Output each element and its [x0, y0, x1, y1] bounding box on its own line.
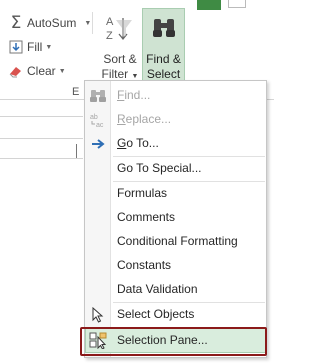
- menu-item-conditional-formatting[interactable]: Conditional Formatting: [86, 230, 266, 253]
- autosum-dropdown-icon[interactable]: ▼: [84, 20, 91, 27]
- menu-item-comments[interactable]: Comments: [86, 206, 266, 229]
- column-marker: [76, 144, 77, 158]
- sort-filter-button[interactable]: A Z Sort & Filter ▼: [98, 8, 142, 86]
- menu-item-label: Go To...: [117, 136, 159, 150]
- menu-item-formulas[interactable]: Formulas: [86, 182, 266, 205]
- find-select-button[interactable]: Find & Select ▼: [142, 8, 185, 94]
- menu-item-constants[interactable]: Constants: [86, 254, 266, 277]
- ribbon-group-label: E: [72, 86, 80, 98]
- eraser-icon: [8, 63, 24, 79]
- menu-item-find[interactable]: Find...: [86, 84, 266, 107]
- cursor-icon: [89, 306, 107, 323]
- menu-item-label: Go To Special...: [117, 161, 202, 175]
- menu-item-label: Constants: [117, 258, 172, 272]
- replace-icon: ab ac: [89, 111, 107, 128]
- window-corner: [228, 0, 246, 8]
- menu-item-replace[interactable]: ab ac Replace...: [86, 108, 266, 131]
- row-line: [0, 116, 83, 117]
- svg-text:Z: Z: [106, 30, 113, 42]
- menu-item-label: Select Objects: [117, 307, 195, 321]
- autosum-button[interactable]: Σ AutoSum ▼: [8, 13, 92, 33]
- fill-label: Fill: [27, 40, 43, 54]
- menu-item-select-objects[interactable]: Select Objects: [86, 303, 266, 326]
- fill-down-icon: [8, 39, 24, 55]
- callout-highlight-box: [80, 327, 267, 356]
- row-line: [0, 158, 83, 159]
- menu-item-label: Replace...: [117, 112, 172, 126]
- autosum-label: AutoSum: [27, 16, 77, 30]
- find-label-line1: Find &: [146, 52, 181, 66]
- fill-button[interactable]: Fill ▼: [8, 38, 52, 56]
- sigma-icon: Σ: [10, 13, 22, 33]
- svg-text:ac: ac: [96, 122, 104, 128]
- menu-item-label: Comments: [117, 210, 176, 224]
- find-select-menu: Find... ab ac Replace... Go To... Go To …: [84, 80, 267, 358]
- menu-item-label: Find...: [117, 88, 151, 102]
- sort-label-line1: Sort &: [103, 52, 137, 66]
- fill-dropdown-icon[interactable]: ▼: [45, 44, 52, 51]
- menu-item-label: Data Validation: [117, 282, 198, 296]
- binoculars-icon: [89, 87, 107, 104]
- sort-az-icon: A Z: [104, 14, 134, 47]
- menu-item-label: Formulas: [117, 186, 168, 200]
- menu-item-go-to[interactable]: Go To...: [86, 132, 266, 155]
- svg-text:A: A: [106, 16, 114, 28]
- clear-dropdown-icon[interactable]: ▼: [59, 68, 66, 75]
- ribbon-tab-accent: [197, 0, 221, 10]
- menu-item-go-to-special[interactable]: Go To Special...: [86, 157, 266, 180]
- menu-item-data-validation[interactable]: Data Validation: [86, 278, 266, 301]
- row-line: [0, 138, 83, 139]
- sort-label-line2: Filter ▼: [101, 67, 139, 81]
- divider: [92, 12, 93, 34]
- svg-text:ab: ab: [90, 114, 98, 121]
- binoculars-icon: [151, 15, 177, 44]
- clear-label: Clear: [27, 64, 56, 78]
- menu-item-label: Conditional Formatting: [117, 234, 238, 248]
- arrow-right-icon: [89, 135, 107, 152]
- clear-button[interactable]: Clear ▼: [8, 62, 66, 80]
